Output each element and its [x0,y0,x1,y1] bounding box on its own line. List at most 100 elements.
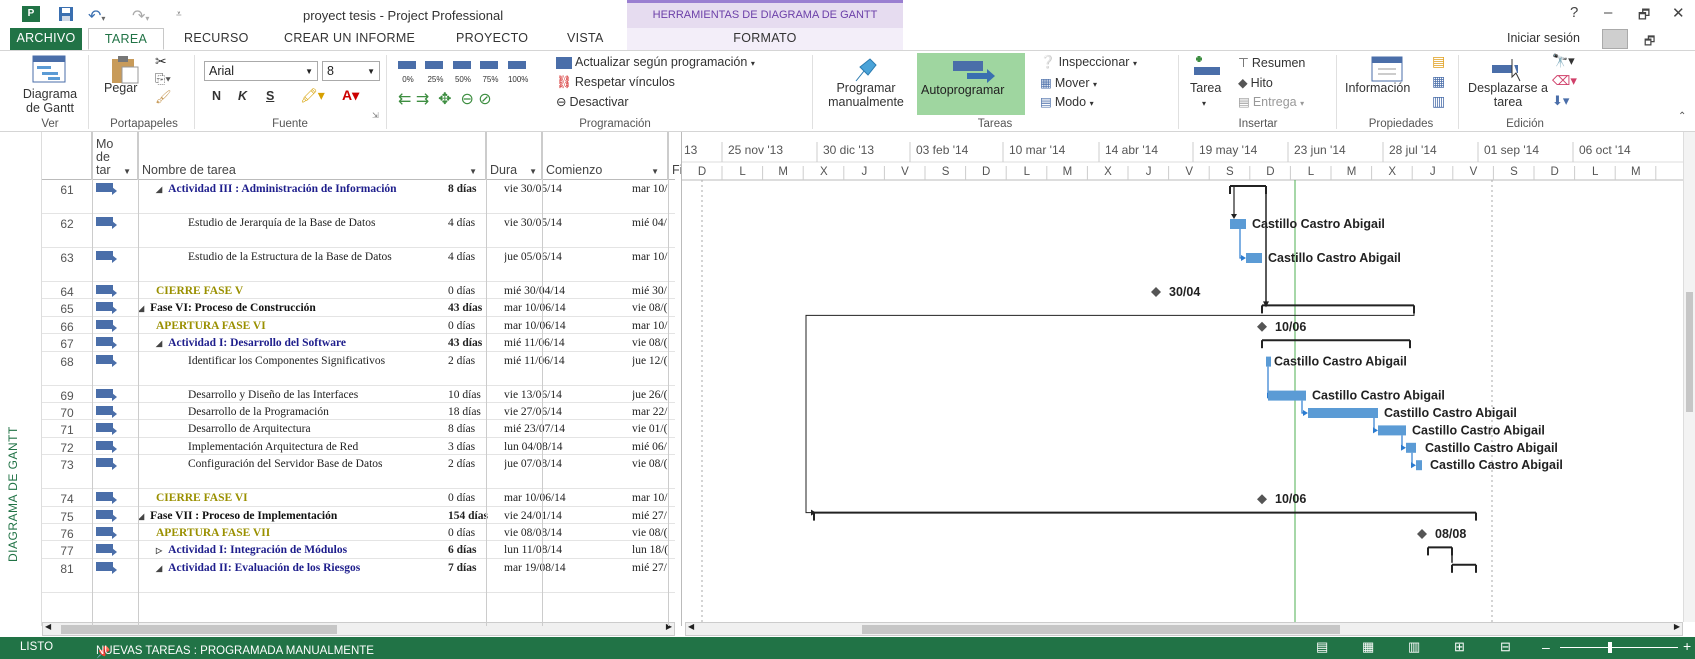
duration-cell[interactable]: 3 días [448,441,502,453]
start-cell[interactable]: vie 30/05/14 [504,217,624,229]
copy-icon[interactable]: ⎘▾ [155,71,171,87]
task-mode-cell[interactable] [96,388,126,401]
font-color-icon[interactable]: A▾ [342,87,359,104]
table-row[interactable]: 64 CIERRE FASE V0 días mié 30/04/14 mié 30/ [42,282,675,300]
move-button[interactable]: ▦ Mover ▾ [1040,75,1097,90]
collapse-ribbon-icon[interactable]: ⌃ [1678,111,1686,122]
font-size-select[interactable]: 8 ▼ [322,61,380,81]
zoom-in-icon[interactable]: + [1683,638,1691,654]
undo-icon[interactable]: ↶▾ [88,6,105,26]
start-cell[interactable]: lun 11/08/14 [504,544,624,556]
duration-cell[interactable]: 0 días [448,285,502,297]
manual-schedule-button[interactable]: Programar manualmente [820,81,912,109]
table-horizontal-scrollbar[interactable]: ◀ ▶ [42,622,675,636]
start-cell[interactable]: mié 30/04/14 [504,285,624,297]
duration-filter-icon[interactable]: ▼ [529,167,537,176]
table-row[interactable]: 62 Estudio de Jerarquía de la Base de Dat… [42,214,675,248]
view-report-icon[interactable]: ⊟ [1500,639,1511,655]
duration-cell[interactable]: 0 días [448,492,502,504]
task-mode-cell[interactable] [96,319,126,332]
task-name-cell[interactable]: ▷ Actividad I: Integración de Módulos [138,544,482,557]
task-name-cell[interactable]: Configuración del Servidor Base de Datos [138,458,482,470]
gantt-canvas[interactable]: 13 25 nov '13 30 dic '13 03 feb '14 10 mar '… [682,132,1686,626]
table-row[interactable]: 66 APERTURA FASE VI 0 días mar 10/06/14 mar … [42,317,675,335]
start-cell[interactable]: vie 27/06/14 [504,406,624,418]
table-row[interactable]: 81 ◢ Actividad II: Evaluación de los Riesg… [42,559,675,593]
paste-button[interactable]: Pegar [104,81,137,95]
update-schedule-button[interactable]: Actualizar según programación ▾ [556,55,755,69]
collapse-icon[interactable]: ◢ [156,185,162,194]
table-row[interactable]: 63 Estudio de la Estructura de la Base de… [42,248,675,282]
deactivate-button[interactable]: ⊖ Desactivar [556,94,629,109]
task-mode-cell[interactable] [96,527,126,539]
gantt-horizontal-scrollbar[interactable]: ◀ ▶ [685,622,1683,636]
duration-cell[interactable]: 2 días [448,355,502,367]
gantt-view-button[interactable]: Diagrama de Gantt [18,87,82,115]
vertical-scrollbar-thumb[interactable] [1686,292,1693,412]
task-mode-cell[interactable] [96,285,126,297]
task-mode-cell[interactable] [96,440,126,453]
duration-cell[interactable]: 0 días [448,320,502,332]
start-cell[interactable]: mar 10/06/14 [504,302,624,314]
save-icon[interactable] [58,6,74,25]
task-name-cell[interactable]: Estudio de la Estructura de la Base de D… [138,251,482,263]
pct-75-button[interactable]: 75% [480,57,500,85]
highlight-color-icon[interactable]: 🖍▾ [300,87,325,104]
cut-icon[interactable]: ✂ [155,53,167,70]
add-to-timeline-icon[interactable]: ▥ [1432,93,1445,110]
pct-0-button[interactable]: 0% [398,57,418,85]
start-cell[interactable]: mié 11/06/14 [504,355,624,367]
insert-summary-button[interactable]: ⊤ Resumen [1238,55,1305,70]
outdent-indent-icons[interactable]: ⇇ ⇉ ✥ ⊖ ⊘ [398,89,492,109]
start-cell[interactable]: vie 08/08/14 [504,527,624,539]
table-row[interactable]: 61 ◢ Actividad III : Administración de Inf… [42,180,675,214]
task-name-cell[interactable]: Desarrollo y Diseño de las Interfaces [138,389,482,401]
task-name-cell[interactable]: Desarrollo de la Programación [138,406,482,418]
zoom-slider[interactable] [1560,647,1678,648]
scroll-left-icon[interactable]: ◀ [45,622,51,631]
italic-button[interactable]: K [238,89,247,103]
table-row[interactable]: 69 Desarrollo y Diseño de las Interfaces 1… [42,386,675,403]
table-row[interactable]: 65 ◢ Fase VI: Proceso de Construcción 43 dí… [42,299,675,317]
table-row[interactable]: 76 APERTURA FASE VII 0 días vie 08/08/14 vie… [42,524,675,542]
minimize-button[interactable]: – [1604,4,1612,21]
tab-vista[interactable]: VISTA [567,28,604,50]
task-name-cell[interactable]: APERTURA FASE VI [138,320,482,332]
insert-task-button[interactable]: Tarea ▾ [1190,81,1221,109]
duration-cell[interactable]: 8 días [448,423,502,435]
start-cell[interactable]: vie 30/05/14 [504,183,624,195]
end-column-header[interactable]: Fin [668,132,689,180]
table-row[interactable]: 77 ▷ Actividad I: Integración de Módulos 6 … [42,541,675,559]
task-mode-cell[interactable] [96,458,126,471]
start-cell[interactable]: mié 11/06/14 [504,337,624,349]
start-cell[interactable]: jue 07/08/14 [504,458,624,470]
underline-button[interactable]: S [266,89,274,103]
format-painter-icon[interactable]: 🖌 [155,89,172,105]
start-cell[interactable]: vie 13/06/14 [504,389,624,401]
task-name-cell[interactable]: CIERRE FASE V [138,285,482,297]
project-app-icon[interactable]: P [22,6,40,22]
task-mode-cell[interactable] [96,302,126,315]
task-mode-cell[interactable] [96,561,126,574]
mode-button[interactable]: ▤ Modo ▾ [1040,94,1094,109]
pct-50-button[interactable]: 50% [452,57,473,85]
tab-crear-informe[interactable]: CREAR UN INFORME [284,28,415,50]
table-scrollbar-thumb[interactable] [61,625,337,634]
task-name-cell[interactable]: Implementación Arquitectura de Red [138,441,482,453]
insert-deliverable-button[interactable]: ▤ Entrega ▾ [1238,94,1304,109]
task-mode-cell[interactable] [96,423,126,436]
information-button[interactable]: Información [1345,81,1410,95]
scroll-to-task-button[interactable]: Desplazarse a tarea [1468,81,1548,109]
inspect-button[interactable]: ❔ Inspeccionar ▾ [1040,55,1137,70]
table-row[interactable]: 72 Implementación Arquitectura de Red 3 dí… [42,438,675,456]
view-team-planner-icon[interactable]: ▥ [1408,639,1420,655]
task-name-cell[interactable]: CIERRE FASE VI [138,492,482,504]
duration-cell[interactable]: 10 días [448,389,502,401]
start-column-header[interactable]: Comienzo ▼ [542,132,668,180]
duration-cell[interactable]: 4 días [448,251,502,263]
start-cell[interactable]: vie 24/01/14 [504,510,624,522]
customize-toolbar-icon[interactable]: ⩡ [176,9,182,20]
duration-cell[interactable]: 18 días [448,406,502,418]
close-button[interactable]: ✕ [1672,4,1685,22]
tab-recurso[interactable]: RECURSO [184,28,249,50]
